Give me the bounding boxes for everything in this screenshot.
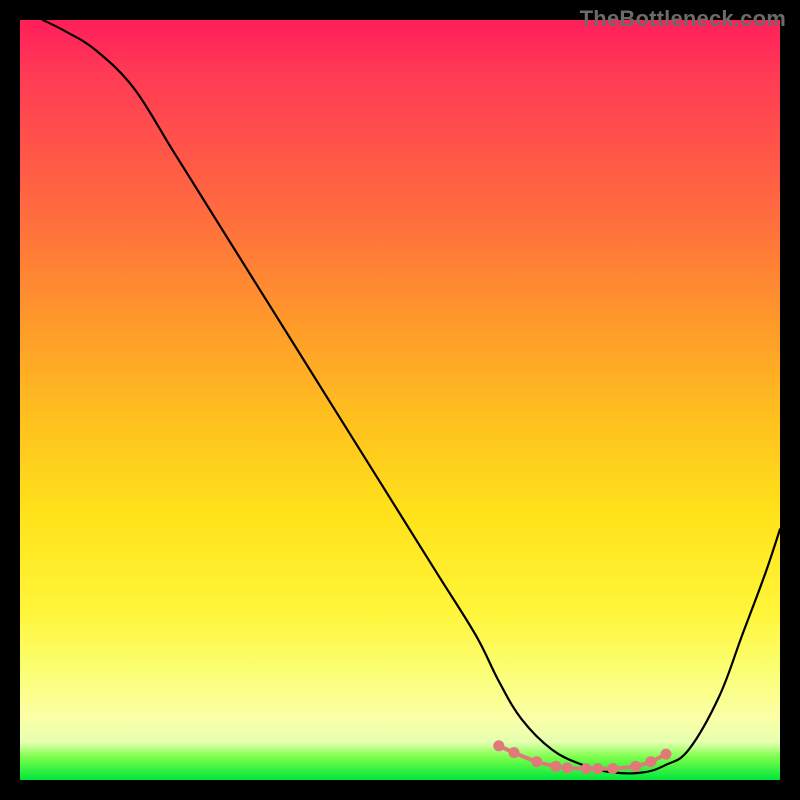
valley-marker: [531, 756, 542, 767]
valley-marker: [630, 761, 641, 772]
valley-marker: [493, 740, 504, 751]
valley-marker: [592, 763, 603, 774]
valley-marker: [661, 749, 672, 760]
chart-frame: TheBottleneck.com: [0, 0, 800, 800]
valley-marker: [562, 762, 573, 773]
chart-overlay: [20, 20, 780, 780]
valley-marker: [581, 763, 592, 774]
watermark-text: TheBottleneck.com: [580, 6, 786, 32]
series-curve: [43, 20, 780, 773]
marker-layer: [493, 740, 671, 774]
valley-marker: [550, 761, 561, 772]
valley-marker: [607, 763, 618, 774]
plot-area: [20, 20, 780, 780]
valley-marker: [645, 756, 656, 767]
valley-marker: [509, 747, 520, 758]
curve-layer: [43, 20, 780, 773]
